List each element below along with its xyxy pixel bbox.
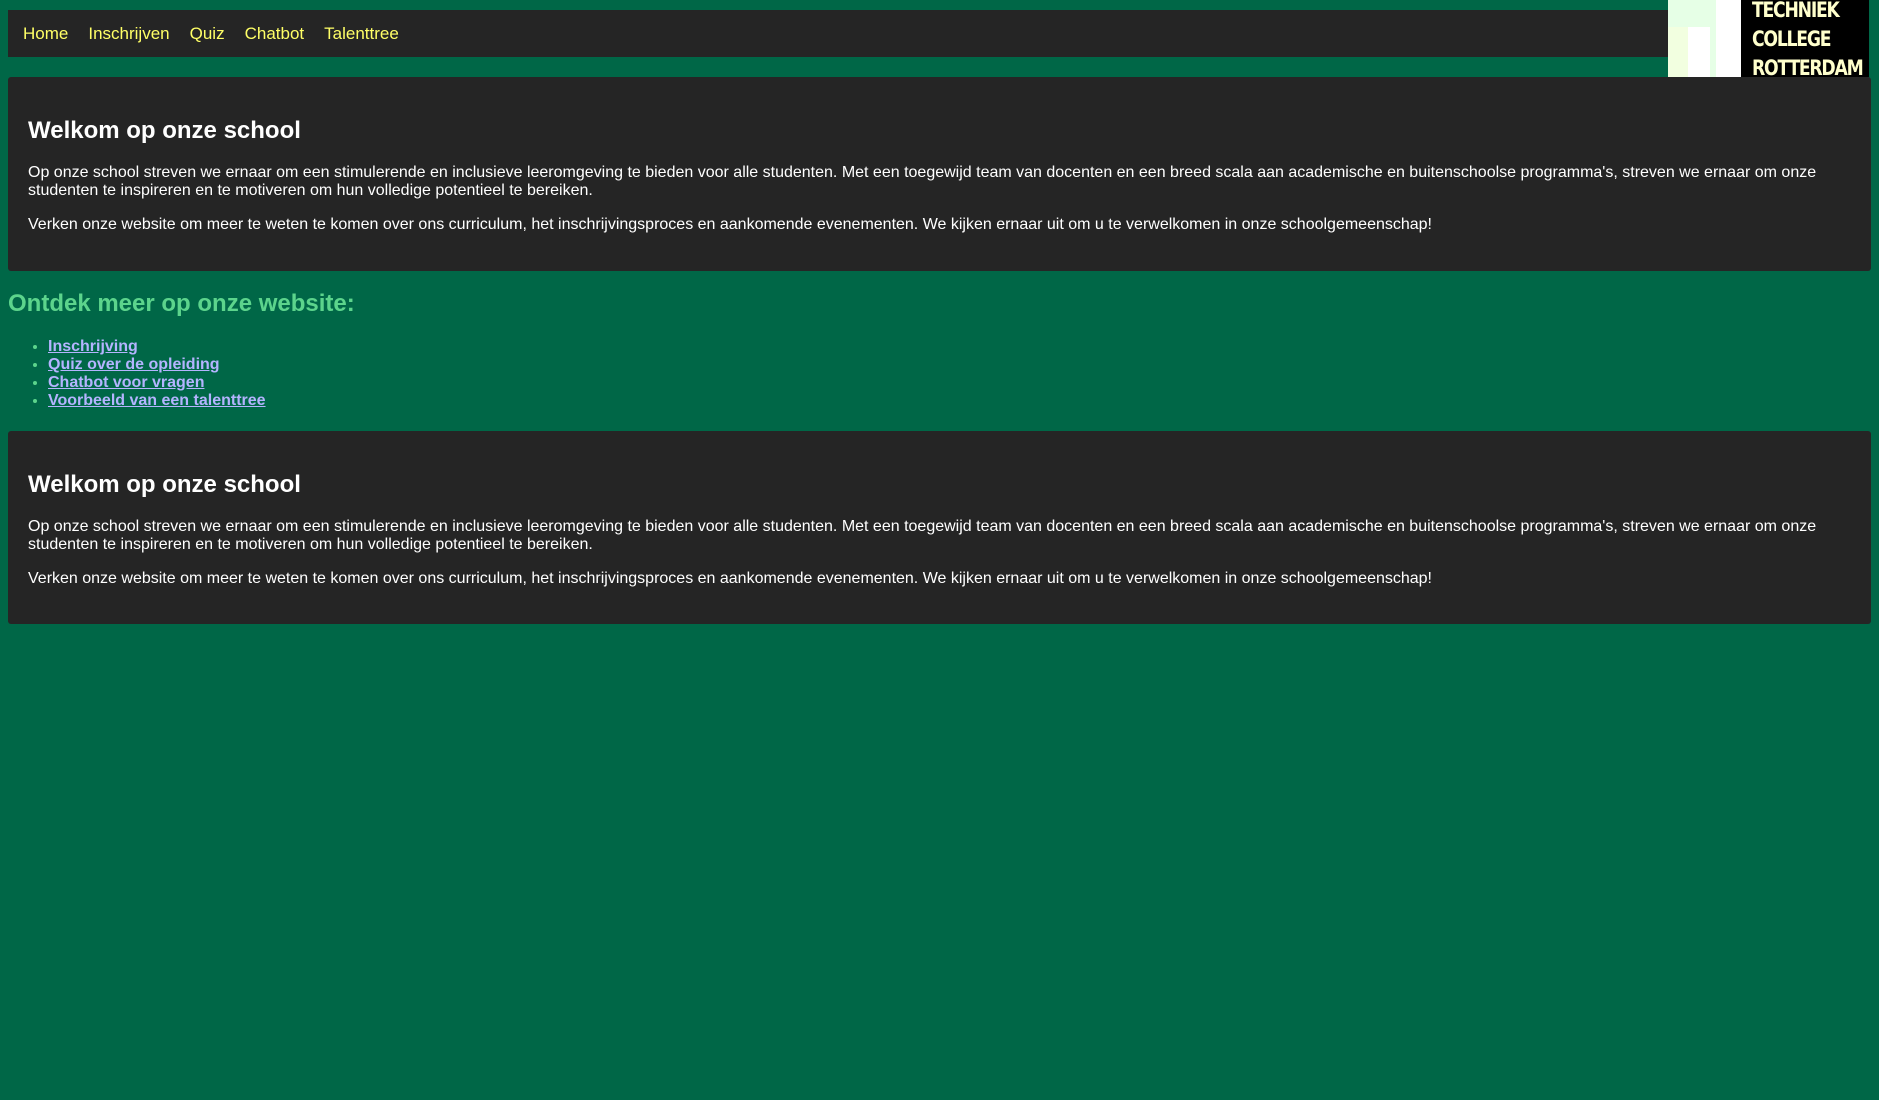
link-talenttree-voorbeeld[interactable]: Voorbeeld van een talenttree [48, 392, 266, 409]
list-item: Chatbot voor vragen [48, 374, 266, 392]
logo-mark-icon [1668, 0, 1741, 77]
nav-link-home[interactable]: Home [23, 24, 68, 44]
welcome-panel-repeat: Welkom op onze school Op onze school str… [8, 431, 1871, 624]
welcome-paragraph-intro: Op onze school streven we ernaar om een … [28, 164, 1817, 199]
welcome-paragraph-explore: Verken onze website om meer te weten te … [28, 216, 1432, 233]
welcome-paragraph-explore: Verken onze website om meer te weten te … [28, 570, 1432, 587]
nav-link-talenttree[interactable]: Talenttree [324, 24, 399, 44]
logo-line-techniek: TECHNIEK [1752, 0, 1840, 22]
list-item: Voorbeeld van een talenttree [48, 392, 266, 410]
welcome-title: Welkom op onze school [28, 117, 301, 144]
logo-wordmark: TECHNIEK COLLEGE ROTTERDAM [1752, 0, 1864, 77]
link-chatbot-vragen[interactable]: Chatbot voor vragen [48, 374, 204, 391]
discover-heading: Ontdek meer op onze website: [8, 290, 355, 317]
logo-line-college: COLLEGE [1752, 27, 1832, 51]
nav-link-quiz[interactable]: Quiz [190, 24, 225, 44]
link-quiz-opleiding[interactable]: Quiz over de opleiding [48, 356, 220, 373]
top-navigation-bar: Home Inschrijven Quiz Chatbot Talenttree [8, 10, 1868, 57]
welcome-paragraph-intro: Op onze school streven we ernaar om een … [28, 518, 1817, 553]
logo-line-rotterdam: ROTTERDAM [1752, 56, 1864, 77]
school-logo: TECHNIEK COLLEGE ROTTERDAM [1668, 0, 1869, 77]
link-inschrijving[interactable]: Inschrijving [48, 338, 138, 355]
nav-link-chatbot[interactable]: Chatbot [245, 24, 305, 44]
nav-link-inschrijven[interactable]: Inschrijven [88, 24, 169, 44]
list-item: Quiz over de opleiding [48, 356, 266, 374]
discover-link-list: Inschrijving Quiz over de opleiding Chat… [8, 338, 266, 410]
list-item: Inschrijving [48, 338, 266, 356]
welcome-panel: Welkom op onze school Op onze school str… [8, 77, 1871, 271]
welcome-title: Welkom op onze school [28, 471, 301, 498]
